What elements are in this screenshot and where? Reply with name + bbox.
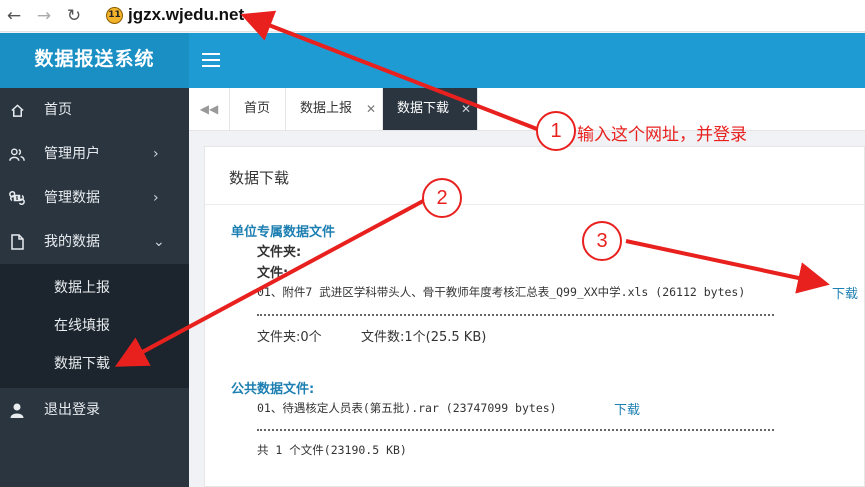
sidebar-item-manage-data[interactable]: 管理数据 › (0, 176, 189, 220)
chevron-right-icon: › (153, 190, 159, 206)
forward-arrow-icon[interactable]: → (33, 5, 55, 27)
sidebar-item-label: 管理用户 (44, 146, 100, 162)
tab-home[interactable]: 首页 (230, 88, 286, 130)
data-download-panel: 数据下载 单位专属数据文件 文件夹: 文件: 01、附件7 武进区学科带头人、骨… (204, 146, 865, 487)
address-bar-url[interactable]: jgzx.wjedu.net (128, 5, 244, 25)
sidebar-item-logout[interactable]: 退出登录 (0, 388, 189, 432)
tab-label: 数据下载 (397, 101, 450, 116)
app-title: 数据报送系统 (0, 33, 189, 88)
divider (205, 204, 865, 205)
step-1-note: 输入这个网址，并登录 (577, 125, 747, 145)
sidebar-item-label: 管理数据 (44, 190, 100, 206)
site-badge-icon: 11 (106, 7, 123, 24)
unit-file-download-link[interactable]: 下载 (832, 283, 858, 302)
public-file-entry: 01、待遇核定人员表(第五批).rar (23747099 bytes) (257, 401, 557, 415)
public-file-download-link[interactable]: 下载 (614, 399, 640, 418)
folder-count: 文件夹:0个 (257, 330, 322, 345)
app-header: 数据报送系统 (0, 33, 865, 88)
folder-label: 文件夹: (257, 245, 302, 260)
chevron-down-icon: ⌄ (153, 234, 165, 250)
file-count: 文件数:1个(25.5 KB) (361, 330, 487, 345)
submenu-item-online-fill[interactable]: 在线填报 (54, 307, 110, 345)
step-2-marker: 2 (422, 178, 462, 218)
submenu-item-data-download[interactable]: 数据下载 (54, 345, 110, 383)
users-icon (9, 145, 25, 163)
reload-icon[interactable]: ↻ (63, 5, 85, 27)
close-tab-icon[interactable]: ✕ (461, 88, 471, 130)
tab-bar: ◀◀ 首页 数据上报 ✕ 数据下载 ✕ (189, 88, 865, 131)
sidebar-item-manage-users[interactable]: 管理用户 › (0, 132, 189, 176)
chevron-right-icon: › (153, 146, 159, 162)
dotted-divider (257, 429, 774, 431)
sidebar: 首页 管理用户 › 管理数据 › 我的数据 ⌄ 数据上报 在线填报 数据下载 退… (0, 88, 189, 487)
tab-label: 首页 (244, 101, 271, 116)
step-3-marker: 3 (582, 221, 622, 261)
sidebar-item-label: 我的数据 (44, 234, 100, 250)
browser-toolbar: ← → ↻ 11 jgzx.wjedu.net (0, 0, 865, 32)
public-file-summary: 共 1 个文件(23190.5 KB) (257, 443, 407, 457)
command-icon (9, 189, 25, 207)
page-title: 数据下载 (229, 169, 290, 187)
sidebar-item-home[interactable]: 首页 (0, 88, 189, 132)
public-files-heading: 公共数据文件: (231, 382, 315, 397)
close-tab-icon[interactable]: ✕ (366, 88, 376, 130)
home-icon (9, 101, 25, 119)
tab-data-upload[interactable]: 数据上报 ✕ (286, 88, 383, 130)
my-data-submenu: 数据上报 在线填报 数据下载 (0, 264, 189, 388)
tab-label: 数据上报 (300, 101, 353, 116)
file-icon (9, 233, 25, 251)
back-arrow-icon[interactable]: ← (3, 5, 25, 27)
file-label: 文件: (257, 266, 289, 281)
scroll-tabs-left-icon[interactable]: ◀◀ (189, 88, 230, 130)
tab-data-download[interactable]: 数据下载 ✕ (383, 88, 478, 130)
user-icon (9, 401, 25, 419)
sidebar-item-my-data[interactable]: 我的数据 ⌄ (0, 220, 189, 264)
unit-file-entry: 01、附件7 武进区学科带头人、骨干教师年度考核汇总表_Q99_XX中学.xls… (257, 285, 746, 299)
sidebar-item-label: 首页 (44, 102, 72, 118)
submenu-item-data-upload[interactable]: 数据上报 (54, 269, 110, 307)
sidebar-item-label: 退出登录 (44, 402, 100, 418)
step-1-marker: 1 (536, 111, 576, 151)
dotted-divider (257, 314, 774, 316)
unit-files-heading: 单位专属数据文件 (231, 225, 336, 240)
menu-toggle-icon[interactable] (202, 49, 220, 69)
